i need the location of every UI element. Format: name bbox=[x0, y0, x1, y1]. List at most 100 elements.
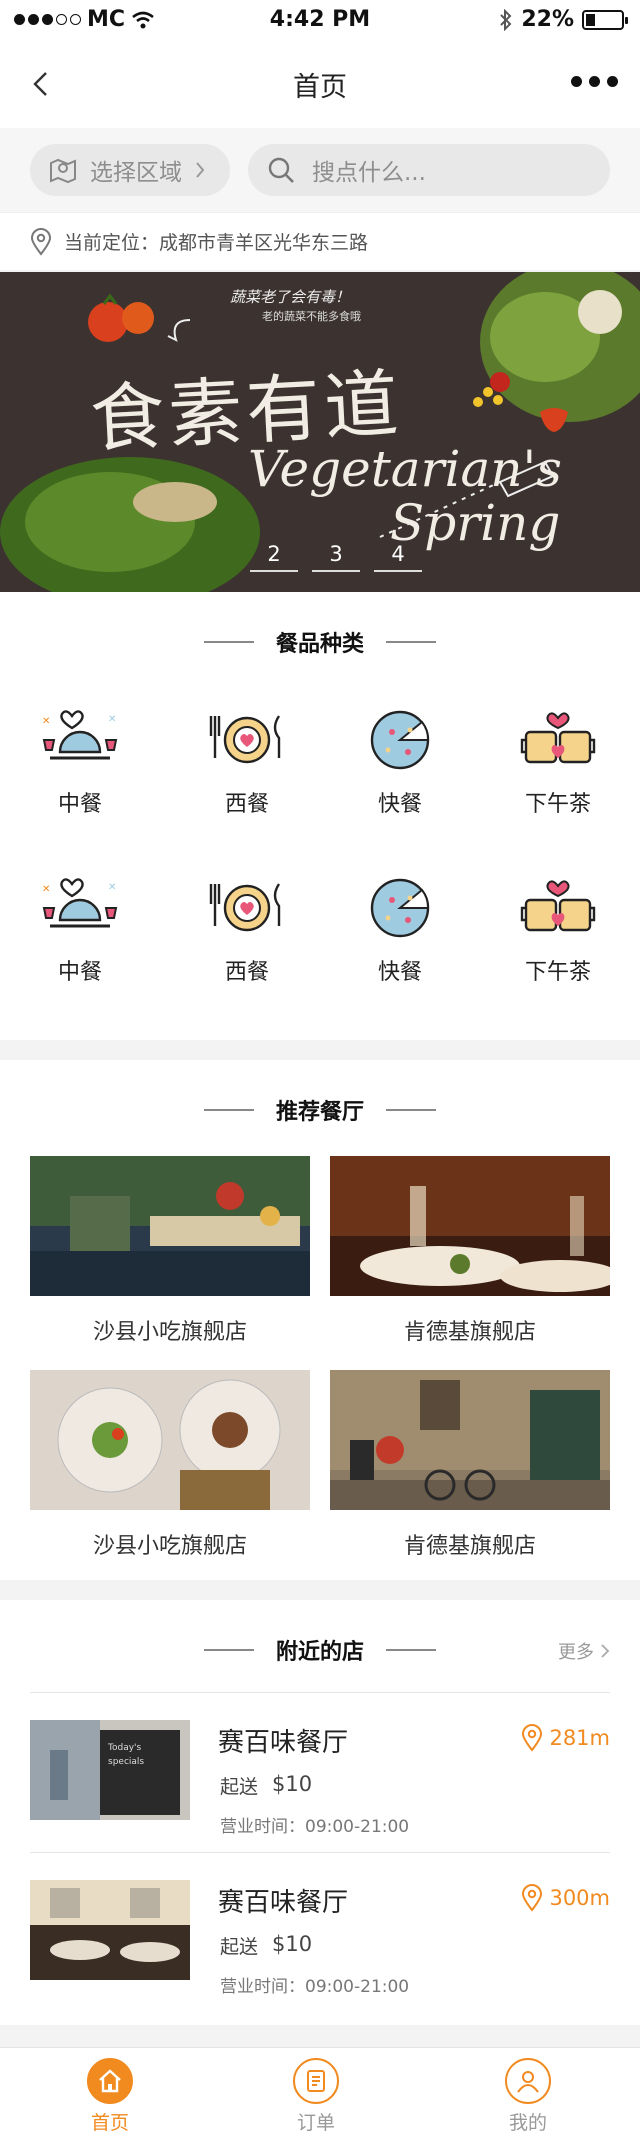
home-icon bbox=[87, 2058, 133, 2104]
tab-label: 我的 bbox=[508, 2112, 547, 2134]
cloche-icon: ✕ ✕ bbox=[42, 878, 118, 928]
map-icon bbox=[50, 158, 76, 184]
category-chinese[interactable]: ✕ ✕ 中餐 bbox=[5, 870, 155, 986]
location-text: 当前定位：成都市青羊区光华东三路 bbox=[64, 232, 369, 254]
pizza-icon bbox=[370, 878, 430, 938]
shop-photo: Today's specials bbox=[30, 1720, 190, 1820]
category-label: 快餐 bbox=[377, 792, 422, 817]
tea-cups-icon bbox=[520, 880, 596, 932]
status-right: 22% bbox=[499, 7, 628, 32]
order-icon bbox=[293, 2058, 339, 2104]
shop-photo bbox=[30, 1880, 190, 1980]
categories-section: 餐品种类 ✕ ✕ 中餐 西餐 快餐 下午茶 ✕ ✕ 中餐 西餐 快餐 下午茶 bbox=[0, 592, 640, 1040]
section-title: 附近的店 bbox=[275, 1640, 364, 1665]
svg-text:✕: ✕ bbox=[108, 714, 116, 725]
status-bar: MC 4:42 PM 22% bbox=[0, 0, 640, 40]
banner-sub-tagline: 老的蔬菜不能多食哦 bbox=[262, 310, 361, 323]
category-western[interactable]: 西餐 bbox=[172, 702, 322, 818]
shop-name: 赛百味餐厅 bbox=[218, 1888, 349, 1918]
restaurant-card[interactable]: 沙县小吃旗舰店 bbox=[30, 1156, 310, 1346]
nearby-shop-row[interactable]: Today's specials 赛百味餐厅 起送 $10 营业时间：09:00-… bbox=[0, 1692, 640, 1852]
shop-min-order: 起送 $10 bbox=[220, 1932, 312, 1959]
svg-text:✕: ✕ bbox=[42, 884, 50, 895]
restaurant-card[interactable]: 肯德基旗舰店 bbox=[330, 1156, 610, 1346]
current-location-row[interactable]: 当前定位：成都市青羊区光华东三路 bbox=[0, 212, 640, 270]
chevron-right-icon bbox=[196, 162, 205, 178]
category-label: 西餐 bbox=[224, 960, 269, 985]
shop-distance: 281m bbox=[521, 1724, 610, 1752]
banner-title-en-1: Vegetarian's bbox=[248, 440, 562, 498]
search-row: 选择区域 搜点什么... bbox=[0, 128, 640, 212]
section-header: 餐品种类 bbox=[0, 626, 640, 658]
shop-name: 赛百味餐厅 bbox=[218, 1728, 349, 1758]
recommended-section: 推荐餐厅 沙县小吃旗舰店 肯德基旗舰店 沙县小吃旗舰店 肯德基旗舰店 bbox=[0, 1060, 640, 1580]
more-link[interactable]: 更多 bbox=[558, 1638, 610, 1664]
category-western[interactable]: 西餐 bbox=[172, 870, 322, 986]
promo-banner[interactable]: 蔬菜老了会有毒！ 老的蔬菜不能多食哦 食素有道 Vegetarian's Spr… bbox=[0, 272, 640, 592]
search-icon bbox=[268, 157, 294, 183]
search-placeholder: 搜点什么... bbox=[312, 160, 426, 186]
tab-orders[interactable]: 订单 bbox=[256, 2058, 376, 2135]
pager-dot[interactable]: 3 bbox=[312, 542, 360, 572]
category-label: 西餐 bbox=[224, 792, 269, 817]
restaurant-photo bbox=[30, 1370, 310, 1510]
banner-pager[interactable]: 2 3 4 bbox=[250, 542, 422, 572]
restaurant-photo bbox=[30, 1156, 310, 1296]
plate-icon bbox=[209, 715, 281, 764]
location-pin-icon bbox=[522, 1884, 543, 1912]
chevron-right-icon bbox=[601, 1644, 610, 1658]
restaurant-card[interactable]: 肯德基旗舰店 bbox=[330, 1370, 610, 1560]
search-input[interactable]: 搜点什么... bbox=[248, 144, 610, 196]
tab-label: 首页 bbox=[90, 2112, 129, 2134]
category-chinese[interactable]: ✕ ✕ 中餐 bbox=[5, 702, 155, 818]
category-label: 下午茶 bbox=[524, 792, 591, 817]
cloche-icon: ✕ ✕ bbox=[42, 710, 118, 760]
tab-home[interactable]: 首页 bbox=[50, 2058, 170, 2135]
category-label: 快餐 bbox=[377, 960, 422, 985]
restaurant-card[interactable]: 沙县小吃旗舰店 bbox=[30, 1370, 310, 1560]
svg-text:Today's: Today's bbox=[107, 1743, 142, 1753]
restaurant-photo bbox=[330, 1370, 610, 1510]
tab-profile[interactable]: 我的 bbox=[468, 2058, 588, 2135]
svg-text:✕: ✕ bbox=[108, 882, 116, 893]
more-options-icon[interactable] bbox=[571, 76, 618, 87]
region-label: 选择区域 bbox=[90, 160, 182, 186]
battery-icon bbox=[582, 9, 628, 30]
nearby-section: 附近的店 更多 Today's specials 赛百味餐厅 起送 $10 营业时… bbox=[0, 1600, 640, 2025]
min-order-label: 起送 bbox=[220, 1936, 259, 1958]
category-fastfood[interactable]: 快餐 bbox=[325, 702, 475, 818]
distance-value: 281m bbox=[549, 1726, 610, 1750]
category-fastfood[interactable]: 快餐 bbox=[325, 870, 475, 986]
bottom-tab-bar: 首页 订单 我的 bbox=[0, 2047, 640, 2145]
restaurant-name: 沙县小吃旗舰店 bbox=[92, 1534, 247, 1559]
category-afternoon-tea[interactable]: 下午茶 bbox=[483, 702, 633, 818]
min-order-value: $10 bbox=[272, 1932, 313, 1956]
min-order-label: 起送 bbox=[220, 1776, 259, 1798]
section-header: 附近的店 bbox=[0, 1634, 640, 1666]
pager-dot[interactable]: 4 bbox=[374, 542, 422, 572]
region-selector[interactable]: 选择区域 bbox=[30, 144, 230, 196]
tab-label: 订单 bbox=[296, 2112, 335, 2134]
pager-dot[interactable]: 2 bbox=[250, 542, 298, 572]
shop-hours: 营业时间：09:00-21:00 bbox=[220, 1817, 410, 1837]
bluetooth-icon bbox=[500, 8, 512, 31]
battery-percent: 22% bbox=[521, 7, 574, 32]
banner-tagline: 蔬菜老了会有毒！ bbox=[230, 288, 351, 306]
navigation-bar: 首页 bbox=[0, 40, 640, 128]
category-afternoon-tea[interactable]: 下午茶 bbox=[483, 870, 633, 986]
pizza-icon bbox=[370, 710, 430, 770]
restaurant-name: 肯德基旗舰店 bbox=[403, 1534, 536, 1559]
category-label: 中餐 bbox=[57, 792, 102, 817]
category-label: 中餐 bbox=[57, 960, 102, 985]
location-pin-icon bbox=[30, 227, 52, 256]
shop-min-order: 起送 $10 bbox=[220, 1772, 312, 1799]
distance-value: 300m bbox=[549, 1886, 610, 1910]
svg-text:specials: specials bbox=[108, 1757, 144, 1767]
restaurant-photo bbox=[330, 1156, 610, 1296]
section-title: 推荐餐厅 bbox=[275, 1100, 364, 1125]
more-link-label: 更多 bbox=[558, 1642, 594, 1663]
section-title: 餐品种类 bbox=[275, 632, 364, 657]
location-pin-icon bbox=[522, 1724, 543, 1752]
restaurant-name: 沙县小吃旗舰店 bbox=[92, 1320, 247, 1345]
nearby-shop-row[interactable]: 赛百味餐厅 起送 $10 营业时间：09:00-21:00 300m bbox=[0, 1852, 640, 2012]
